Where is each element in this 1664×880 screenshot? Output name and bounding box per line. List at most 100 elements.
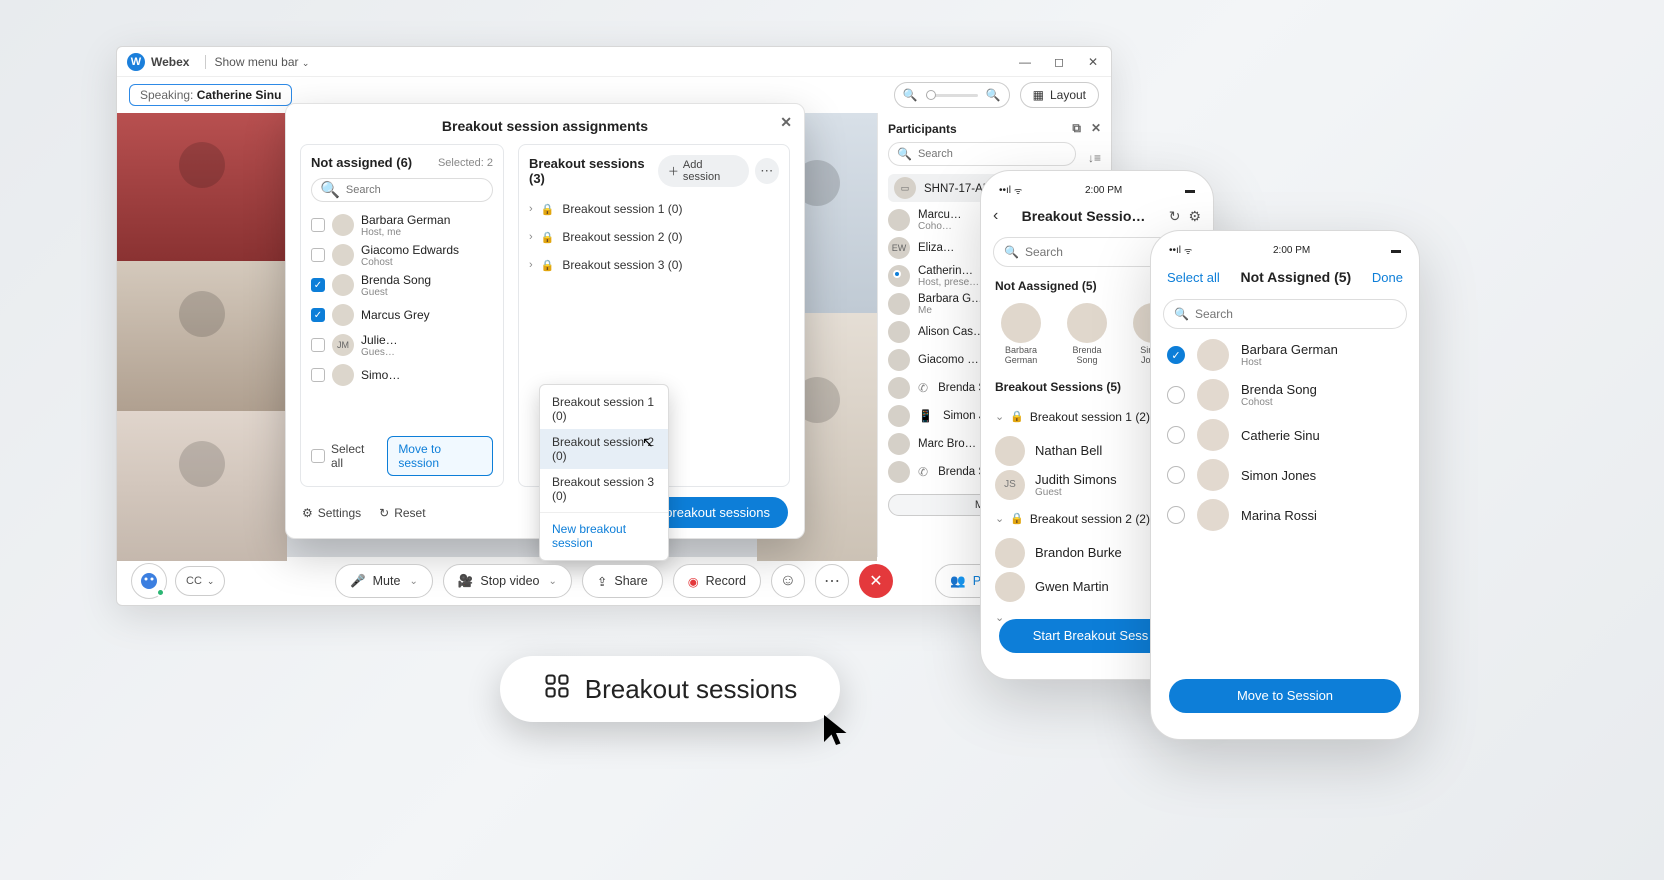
user-row[interactable]: Brenda SongGuest <box>311 270 493 300</box>
mobile2-search[interactable]: 🔍 <box>1163 299 1407 329</box>
refresh-icon[interactable]: ↻ <box>1169 208 1181 225</box>
move-to-session-button[interactable]: Move to session <box>387 436 493 476</box>
dialog-close-button[interactable]: ✕ <box>780 114 792 131</box>
assign-user-row[interactable]: Catherie Sinu <box>1151 415 1419 455</box>
zoom-slider[interactable] <box>926 94 978 97</box>
breakout-sessions-big-button[interactable]: Breakout sessions <box>500 656 840 722</box>
user-checkbox[interactable] <box>311 368 325 382</box>
user-name: Simo… <box>361 368 400 382</box>
settings-button[interactable]: ⚙ Settings <box>302 506 361 520</box>
end-call-button[interactable]: ✕ <box>859 564 893 598</box>
user-row[interactable]: Simo… <box>311 360 493 390</box>
avatar-item[interactable]: Brenda Song <box>1061 303 1113 366</box>
more-options-button[interactable]: ⋯ <box>815 564 849 598</box>
mobile2-header: Select all Not Assigned (5) Done <box>1151 261 1419 293</box>
ctx-new-session[interactable]: New breakout session <box>540 516 668 556</box>
reactions-button[interactable]: ☺ <box>771 564 805 598</box>
user-row[interactable]: Barbara GermanHost, me <box>311 210 493 240</box>
zoom-out-icon[interactable]: 🔍 <box>903 88 918 102</box>
user-checkbox[interactable] <box>311 338 325 352</box>
status-bar: ••ıl ᯤ 2:00 PM ▬ <box>981 179 1213 201</box>
video-tile[interactable] <box>117 411 287 561</box>
record-button[interactable]: ◉Record <box>673 564 761 598</box>
zoom-in-icon[interactable]: 🔍 <box>986 88 1001 102</box>
stop-video-button[interactable]: 🎥Stop video⌄ <box>443 564 572 598</box>
avatar <box>888 461 910 483</box>
user-checkbox[interactable] <box>311 248 325 262</box>
close-window-button[interactable]: ✕ <box>1085 55 1101 69</box>
mute-button[interactable]: 🎤Mute⌄ <box>335 564 433 598</box>
participants-search[interactable]: 🔍 <box>888 142 1076 166</box>
avatar <box>888 377 910 399</box>
assign-user-row[interactable]: Simon Jones <box>1151 455 1419 495</box>
not-assigned-column: Not assigned (6) Selected: 2 🔍 Barbara G… <box>300 144 504 487</box>
back-button[interactable]: ‹ <box>993 207 998 225</box>
zoom-control[interactable]: 🔍 🔍 <box>894 82 1010 108</box>
chevron-down-icon[interactable]: ⌄ <box>995 612 1004 624</box>
user-radio[interactable] <box>1167 346 1185 364</box>
maximize-button[interactable]: ◻ <box>1051 55 1067 69</box>
member-name: Gwen Martin <box>1035 579 1109 594</box>
user-checkbox[interactable] <box>311 278 325 292</box>
cc-button[interactable]: CC ⌄ <box>175 566 225 596</box>
avatar-item[interactable]: Barbara German <box>995 303 1047 366</box>
assign-user-row[interactable]: Barbara GermanHost <box>1151 335 1419 375</box>
video-tile[interactable] <box>117 261 287 411</box>
status-time: 2:00 PM <box>1273 245 1310 256</box>
user-checkbox[interactable] <box>311 218 325 232</box>
lock-icon: 🔒 <box>1010 410 1024 423</box>
select-all-checkbox[interactable]: Select all <box>311 442 377 470</box>
done-link[interactable]: Done <box>1372 270 1403 285</box>
assign-user-row[interactable]: Brenda SongCohost <box>1151 375 1419 415</box>
chevron-right-icon: › <box>529 259 533 271</box>
assign-user-row[interactable]: Marina Rossi <box>1151 495 1419 535</box>
user-radio[interactable] <box>1167 466 1185 484</box>
cursor-icon: ↖ <box>642 434 654 451</box>
settings-icon[interactable]: ⚙ <box>1188 208 1201 225</box>
not-assigned-search[interactable]: 🔍 <box>311 178 493 202</box>
ctx-session-3[interactable]: Breakout session 3 (0) <box>540 469 668 509</box>
user-checkbox[interactable] <box>311 308 325 322</box>
mobile2-search-input[interactable] <box>1195 307 1396 321</box>
lock-icon: 🔒 <box>541 259 555 272</box>
avatar <box>888 405 910 427</box>
user-radio[interactable] <box>1167 506 1185 524</box>
webex-logo-icon: W <box>127 53 145 71</box>
session-row[interactable]: ›🔒Breakout session 3 (0) <box>529 251 779 279</box>
user-radio[interactable] <box>1167 426 1185 444</box>
participants-search-input[interactable] <box>918 148 1067 160</box>
avatar <box>888 209 910 231</box>
share-button[interactable]: ⇪Share <box>582 564 663 598</box>
popout-icon[interactable]: ⧉ <box>1072 121 1081 136</box>
minimize-button[interactable]: — <box>1017 55 1033 69</box>
move-to-session-mobile-button[interactable]: Move to Session <box>1169 679 1401 713</box>
user-name: Julie… <box>361 333 398 347</box>
show-menubar-toggle[interactable]: Show menu bar ⌄ <box>214 55 309 69</box>
reset-button[interactable]: ↻ Reset <box>379 506 425 520</box>
close-panel-icon[interactable]: ✕ <box>1091 121 1101 136</box>
not-assigned-search-input[interactable] <box>346 184 488 196</box>
avatar <box>1197 499 1229 531</box>
user-radio[interactable] <box>1167 386 1185 404</box>
user-name: Marcus Grey <box>361 308 430 322</box>
sessions-more-button[interactable]: ⋯ <box>755 158 780 184</box>
window-titlebar: W Webex Show menu bar ⌄ — ◻ ✕ <box>117 47 1111 77</box>
avatar <box>888 321 910 343</box>
user-row[interactable]: JM Julie…Gues… <box>311 330 493 360</box>
layout-label: Layout <box>1050 88 1086 102</box>
layout-button[interactable]: ▦ Layout <box>1020 82 1099 108</box>
user-sub: Host, me <box>361 227 450 238</box>
ai-assistant-button[interactable] <box>131 563 167 599</box>
add-session-button[interactable]: ＋ Add session <box>658 155 749 187</box>
sort-icon[interactable]: ↓≡ <box>1088 151 1101 165</box>
session-row[interactable]: ›🔒Breakout session 2 (0) <box>529 223 779 251</box>
select-all-link[interactable]: Select all <box>1167 270 1220 285</box>
video-tile[interactable] <box>117 113 287 261</box>
ctx-session-1[interactable]: Breakout session 1 (0) <box>540 389 668 429</box>
session-row[interactable]: ›🔒Breakout session 1 (0) <box>529 195 779 223</box>
lock-icon: 🔒 <box>541 231 555 244</box>
dialog-title: Breakout session assignments ✕ <box>286 104 804 144</box>
user-row[interactable]: Marcus Grey <box>311 300 493 330</box>
user-sub: Gues… <box>361 347 398 358</box>
user-row[interactable]: Giacomo EdwardsCohost <box>311 240 493 270</box>
